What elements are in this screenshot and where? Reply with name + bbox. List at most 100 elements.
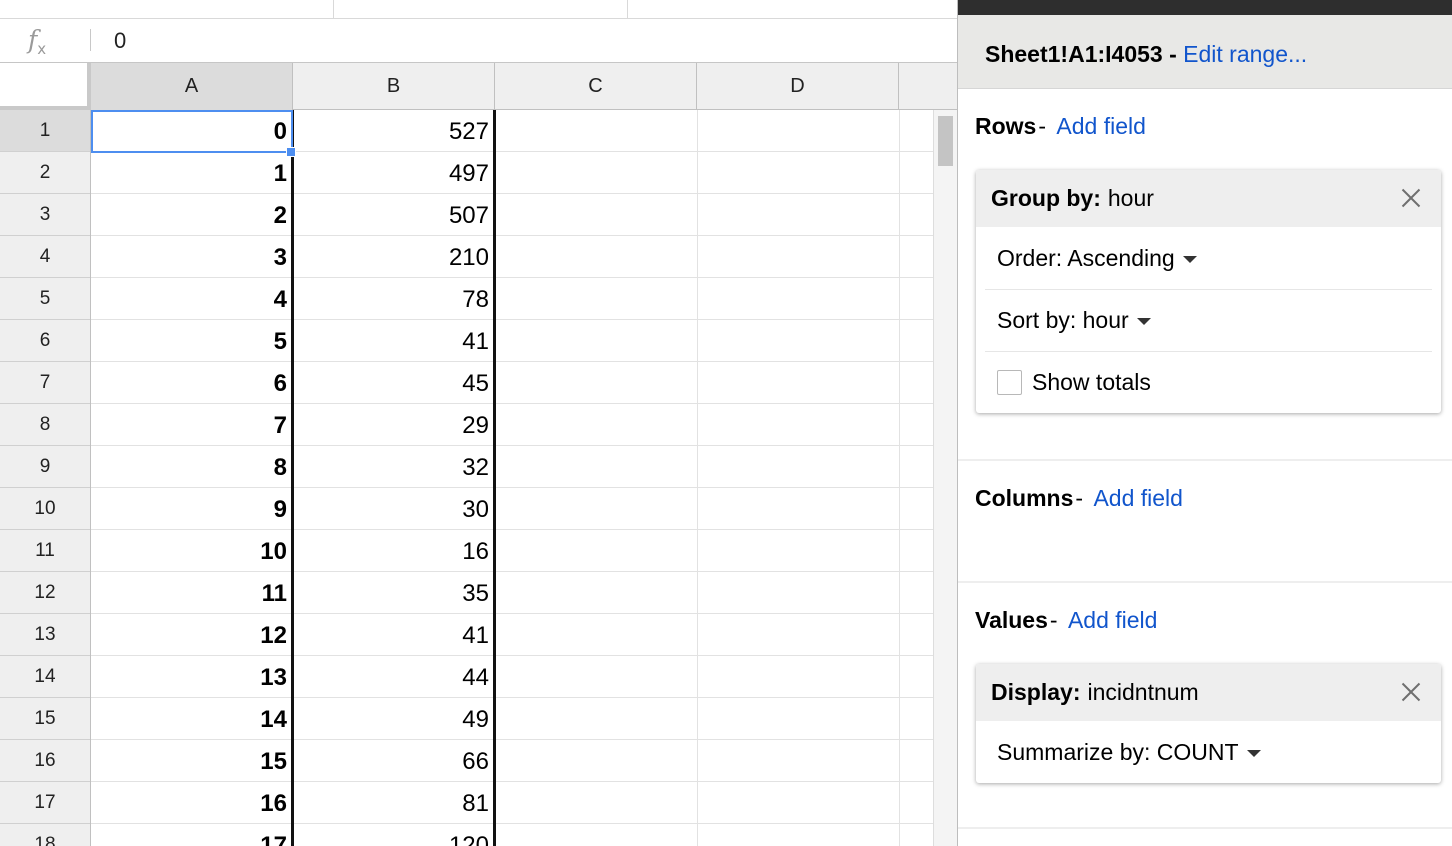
select-all-corner[interactable]: [0, 63, 91, 110]
cell-d[interactable]: [697, 824, 933, 846]
row-header[interactable]: 4: [0, 236, 90, 278]
cell-c[interactable]: [495, 614, 697, 656]
row-header[interactable]: 9: [0, 446, 90, 488]
show-totals-checkbox[interactable]: [997, 370, 1022, 395]
column-header-c[interactable]: C: [495, 63, 697, 110]
cell-a[interactable]: 3: [91, 236, 293, 278]
cell-c[interactable]: [495, 824, 697, 846]
cell-b[interactable]: 497: [293, 152, 495, 194]
sort-by-dropdown[interactable]: Sort by: hour: [997, 307, 1151, 334]
cell-a[interactable]: 12: [91, 614, 293, 656]
cell-a[interactable]: 15: [91, 740, 293, 782]
rows-add-field-link[interactable]: Add field: [1056, 113, 1146, 139]
cell-d[interactable]: [697, 488, 933, 530]
cell-a[interactable]: 16: [91, 782, 293, 824]
cell-c[interactable]: [495, 278, 697, 320]
cell-a[interactable]: 11: [91, 572, 293, 614]
cell-b[interactable]: 35: [293, 572, 495, 614]
cell-d[interactable]: [697, 740, 933, 782]
cell-b[interactable]: 41: [293, 320, 495, 362]
cell-a[interactable]: 14: [91, 698, 293, 740]
summarize-by-dropdown[interactable]: Summarize by: COUNT: [997, 739, 1261, 766]
cell-a[interactable]: 1: [91, 152, 293, 194]
cell-b[interactable]: 41: [293, 614, 495, 656]
cell-d[interactable]: [697, 278, 933, 320]
cell-a[interactable]: 8: [91, 446, 293, 488]
row-header[interactable]: 6: [0, 320, 90, 362]
row-header[interactable]: 14: [0, 656, 90, 698]
cell-d[interactable]: [697, 656, 933, 698]
cell-a[interactable]: 4: [91, 278, 293, 320]
cell-c[interactable]: [495, 320, 697, 362]
cell-c[interactable]: [495, 194, 697, 236]
cell-d[interactable]: [697, 446, 933, 488]
cell-a[interactable]: 0: [91, 110, 293, 152]
column-header-b[interactable]: B: [293, 63, 495, 110]
cell-d[interactable]: [697, 362, 933, 404]
cell-d[interactable]: [697, 194, 933, 236]
cell-a[interactable]: 5: [91, 320, 293, 362]
cell-b[interactable]: 30: [293, 488, 495, 530]
remove-group-close-icon[interactable]: [1397, 184, 1425, 212]
cell-c[interactable]: [495, 488, 697, 530]
row-header[interactable]: 8: [0, 404, 90, 446]
row-header[interactable]: 3: [0, 194, 90, 236]
column-header-a[interactable]: A: [91, 63, 293, 110]
cell-b[interactable]: 45: [293, 362, 495, 404]
cell-a[interactable]: 10: [91, 530, 293, 572]
cell-c[interactable]: [495, 530, 697, 572]
cell-a[interactable]: 17: [91, 824, 293, 846]
row-header[interactable]: 13: [0, 614, 90, 656]
cell-b[interactable]: 49: [293, 698, 495, 740]
column-header-d[interactable]: D: [697, 63, 899, 110]
cell-d[interactable]: [697, 110, 933, 152]
cell-b[interactable]: 120: [293, 824, 495, 846]
row-header[interactable]: 1: [0, 110, 90, 152]
cell-c[interactable]: [495, 236, 697, 278]
cell-c[interactable]: [495, 698, 697, 740]
cell-a[interactable]: 9: [91, 488, 293, 530]
cell-b[interactable]: 66: [293, 740, 495, 782]
row-header[interactable]: 18: [0, 824, 90, 846]
cell-b[interactable]: 210: [293, 236, 495, 278]
cell-b[interactable]: 78: [293, 278, 495, 320]
cell-c[interactable]: [495, 740, 697, 782]
row-header[interactable]: 10: [0, 488, 90, 530]
cell-a[interactable]: 7: [91, 404, 293, 446]
vertical-scrollbar[interactable]: [933, 110, 957, 846]
cell-d[interactable]: [697, 698, 933, 740]
scrollbar-thumb[interactable]: [938, 116, 953, 166]
edit-range-link[interactable]: Edit range...: [1183, 41, 1307, 67]
row-header[interactable]: 15: [0, 698, 90, 740]
row-header[interactable]: 12: [0, 572, 90, 614]
cell-d[interactable]: [697, 152, 933, 194]
cell-b[interactable]: 81: [293, 782, 495, 824]
cell-c[interactable]: [495, 572, 697, 614]
cell-b[interactable]: 16: [293, 530, 495, 572]
cell-a[interactable]: 2: [91, 194, 293, 236]
cell-c[interactable]: [495, 362, 697, 404]
remove-value-close-icon[interactable]: [1397, 678, 1425, 706]
row-header[interactable]: 5: [0, 278, 90, 320]
row-header[interactable]: 17: [0, 782, 90, 824]
row-header[interactable]: 7: [0, 362, 90, 404]
row-header[interactable]: 11: [0, 530, 90, 572]
cell-d[interactable]: [697, 404, 933, 446]
fill-handle[interactable]: [286, 147, 296, 157]
cell-b[interactable]: 527: [293, 110, 495, 152]
order-dropdown[interactable]: Order: Ascending: [997, 245, 1197, 272]
formula-input[interactable]: [108, 27, 868, 55]
cell-b[interactable]: 29: [293, 404, 495, 446]
cell-c[interactable]: [495, 446, 697, 488]
cell-c[interactable]: [495, 110, 697, 152]
cell-b[interactable]: 507: [293, 194, 495, 236]
cell-c[interactable]: [495, 656, 697, 698]
cell-c[interactable]: [495, 782, 697, 824]
values-add-field-link[interactable]: Add field: [1068, 607, 1158, 633]
cell-d[interactable]: [697, 236, 933, 278]
cell-c[interactable]: [495, 152, 697, 194]
cell-a[interactable]: 13: [91, 656, 293, 698]
cell-d[interactable]: [697, 614, 933, 656]
row-header[interactable]: 16: [0, 740, 90, 782]
columns-add-field-link[interactable]: Add field: [1093, 485, 1183, 511]
